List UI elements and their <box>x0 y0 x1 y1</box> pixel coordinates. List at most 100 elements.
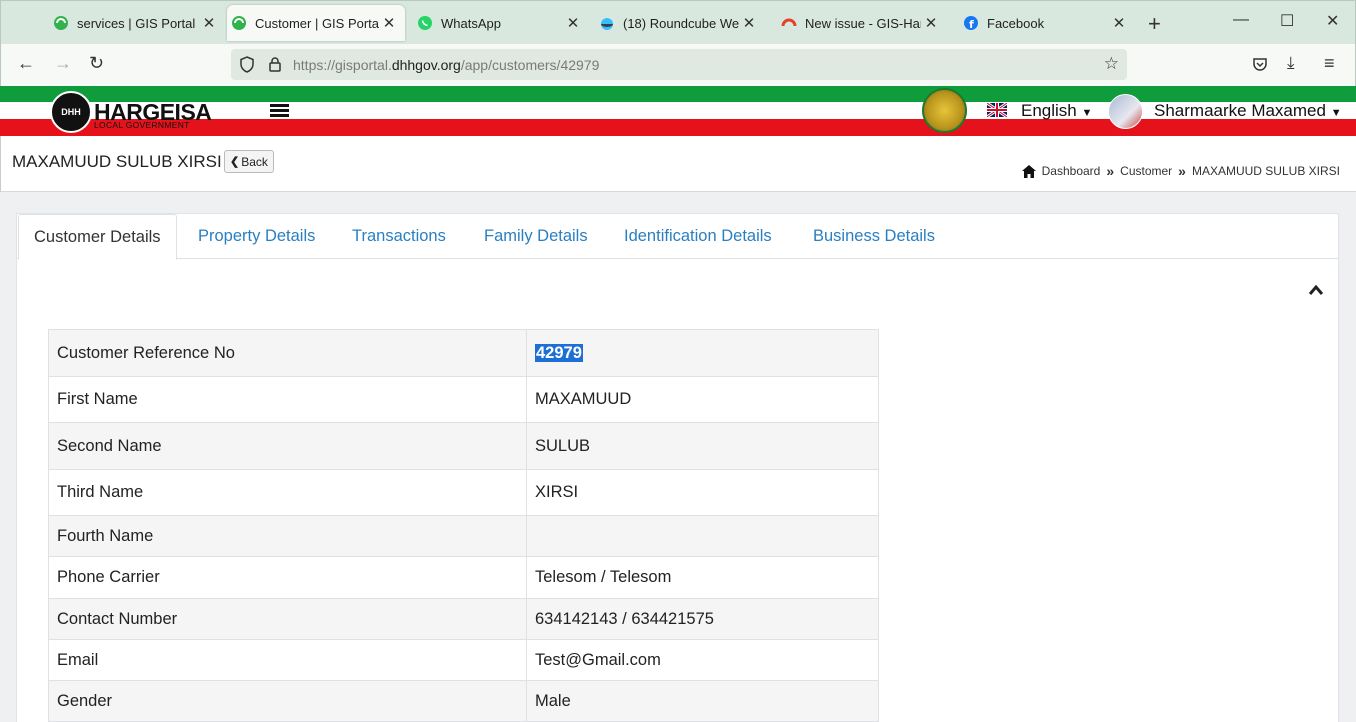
browser-tab-title: Facebook <box>987 15 1045 31</box>
caret-down-icon: ▼ <box>1081 107 1093 119</box>
forward-arrow-icon[interactable]: → <box>54 53 72 74</box>
address-bar[interactable]: https://gisportal.dhhgov.org/app/custome… <box>231 49 1127 80</box>
breadcrumb-customer[interactable]: Customer <box>1120 164 1172 178</box>
field-label: Customer Reference No <box>48 329 527 377</box>
window-close-icon[interactable]: ✕ <box>1326 11 1339 31</box>
tab-identification-details[interactable]: Identification Details <box>624 214 772 259</box>
home-icon <box>1021 164 1036 178</box>
facebook-icon: f <box>964 16 978 31</box>
close-icon[interactable]: ✕ <box>739 14 759 32</box>
reload-icon[interactable]: ↻ <box>89 53 104 74</box>
browser-toolbar: ← → ↻ https://gisportal.dhhgov.org/app/c… <box>0 44 1356 86</box>
new-tab-button[interactable]: + <box>1148 11 1161 37</box>
customer-card: Customer Details Property Details Transa… <box>16 213 1339 722</box>
bookmark-star-icon[interactable]: ☆ <box>1104 54 1119 74</box>
site-header: DHH HARGEISA LOCAL GOVERNMENT English ▼ … <box>0 86 1356 136</box>
uk-flag-icon <box>987 103 1007 117</box>
chevron-up-icon[interactable] <box>1308 284 1324 296</box>
pocket-icon[interactable] <box>1252 56 1268 72</box>
field-value: Telesom / Telesom <box>526 556 879 599</box>
table-row: Third Name XIRSI <box>48 469 879 516</box>
chevron-left-icon: ❮ <box>230 156 240 168</box>
browser-tab-gitlab[interactable]: New issue - GIS-Hargeisa ✕ <box>777 5 947 41</box>
browser-tab-whatsapp[interactable]: WhatsApp ✕ <box>413 5 589 41</box>
field-value: SULUB <box>526 422 879 470</box>
breadcrumb-dashboard[interactable]: Dashboard <box>1042 164 1101 178</box>
customer-details-table: Customer Reference No 42979 First Name M… <box>48 329 879 722</box>
close-icon[interactable]: ✕ <box>921 14 941 32</box>
minimize-icon[interactable]: — <box>1233 11 1249 29</box>
browser-tab-strip: services | GIS Portal ✕ Customer | GIS P… <box>0 0 1356 44</box>
tab-transactions[interactable]: Transactions <box>352 214 446 259</box>
table-row: Gender Male <box>48 680 879 722</box>
field-value: Test@Gmail.com <box>526 639 879 681</box>
field-label: Third Name <box>48 469 527 516</box>
breadcrumb: Dashboard » Customer » MAXAMUUD SULUB XI… <box>1021 163 1340 179</box>
gis-portal-icon <box>232 16 246 30</box>
logo-text: DHH <box>61 107 81 117</box>
gis-portal-icon <box>54 16 68 30</box>
tab-family-details[interactable]: Family Details <box>484 214 588 259</box>
maximize-icon[interactable]: ☐ <box>1280 11 1294 31</box>
field-value: 42979 <box>526 329 879 377</box>
close-icon[interactable]: ✕ <box>1109 14 1129 32</box>
tab-property-details[interactable]: Property Details <box>198 214 315 259</box>
close-icon[interactable]: ✕ <box>199 14 219 32</box>
breadcrumb-separator: » <box>1178 163 1186 179</box>
url-path: /app/customers/42979 <box>460 57 600 73</box>
field-label: Gender <box>48 680 527 722</box>
user-menu-dropdown[interactable]: Sharmaarke Maxamed ▼ <box>1154 101 1342 121</box>
detail-tabs: Customer Details Property Details Transa… <box>17 214 1338 260</box>
field-label: First Name <box>48 376 527 423</box>
browser-tab-facebook[interactable]: f Facebook ✕ <box>959 5 1135 41</box>
caret-down-icon: ▼ <box>1330 107 1342 119</box>
tab-business-details[interactable]: Business Details <box>813 214 935 259</box>
download-icon[interactable]: ⤓ <box>1287 53 1295 73</box>
close-icon[interactable]: ✕ <box>563 14 583 32</box>
table-row: Phone Carrier Telesom / Telesom <box>48 556 879 599</box>
language-dropdown[interactable]: English ▼ <box>1021 101 1092 121</box>
back-button-label: Back <box>241 154 268 169</box>
field-label: Contact Number <box>48 598 527 640</box>
browser-tab-services[interactable]: services | GIS Portal ✕ <box>49 5 225 41</box>
table-row: Contact Number 634142143 / 634421575 <box>48 598 879 640</box>
lock-icon[interactable] <box>268 56 282 73</box>
browser-tab-title: services | GIS Portal <box>77 15 196 31</box>
field-value <box>526 515 879 557</box>
table-row: First Name MAXAMUUD <box>48 376 879 423</box>
field-value: MAXAMUUD <box>526 376 879 423</box>
tab-customer-details[interactable]: Customer Details <box>18 214 177 260</box>
logo[interactable]: DHH <box>50 91 92 133</box>
table-row: Customer Reference No 42979 <box>48 329 879 377</box>
browser-tab-title: Customer | GIS Portal <box>255 15 379 31</box>
field-value: Male <box>526 680 879 722</box>
back-button[interactable]: ❮ Back <box>224 150 274 173</box>
field-value: 634142143 / 634421575 <box>526 598 879 640</box>
menu-icon[interactable]: ≡ <box>1324 53 1335 74</box>
whatsapp-icon <box>418 16 432 30</box>
shield-icon[interactable] <box>239 56 255 73</box>
breadcrumb-separator: » <box>1106 163 1115 179</box>
url-prefix: https://gisportal. <box>293 57 392 73</box>
breadcrumb-current: MAXAMUUD SULUB XIRSI <box>1191 164 1340 178</box>
url-domain: dhhgov.org <box>391 57 461 73</box>
gitlab-icon <box>781 18 797 27</box>
svg-text:f: f <box>969 18 974 31</box>
url-text: https://gisportal.dhhgov.org/app/custome… <box>293 57 599 73</box>
field-label: Phone Carrier <box>48 556 527 599</box>
field-label: Email <box>48 639 527 681</box>
close-icon[interactable]: ✕ <box>379 14 399 32</box>
brand-subtitle: LOCAL GOVERNMENT <box>94 120 190 130</box>
browser-tab-title: WhatsApp <box>441 15 501 31</box>
table-row: Email Test@Gmail.com <box>48 639 879 681</box>
browser-tab-roundcube[interactable]: (18) Roundcube Webmail ✕ <box>595 5 765 41</box>
avatar[interactable] <box>1108 94 1143 129</box>
browser-tab-customer[interactable]: Customer | GIS Portal ✕ <box>227 5 405 41</box>
emblem-icon <box>922 88 967 133</box>
roundcube-icon <box>601 18 613 30</box>
hamburger-menu-icon[interactable] <box>270 104 289 118</box>
table-row: Second Name SULUB <box>48 422 879 470</box>
back-arrow-icon[interactable]: ← <box>17 53 35 74</box>
customer-reference-value[interactable]: 42979 <box>535 343 583 362</box>
field-label: Second Name <box>48 422 527 470</box>
